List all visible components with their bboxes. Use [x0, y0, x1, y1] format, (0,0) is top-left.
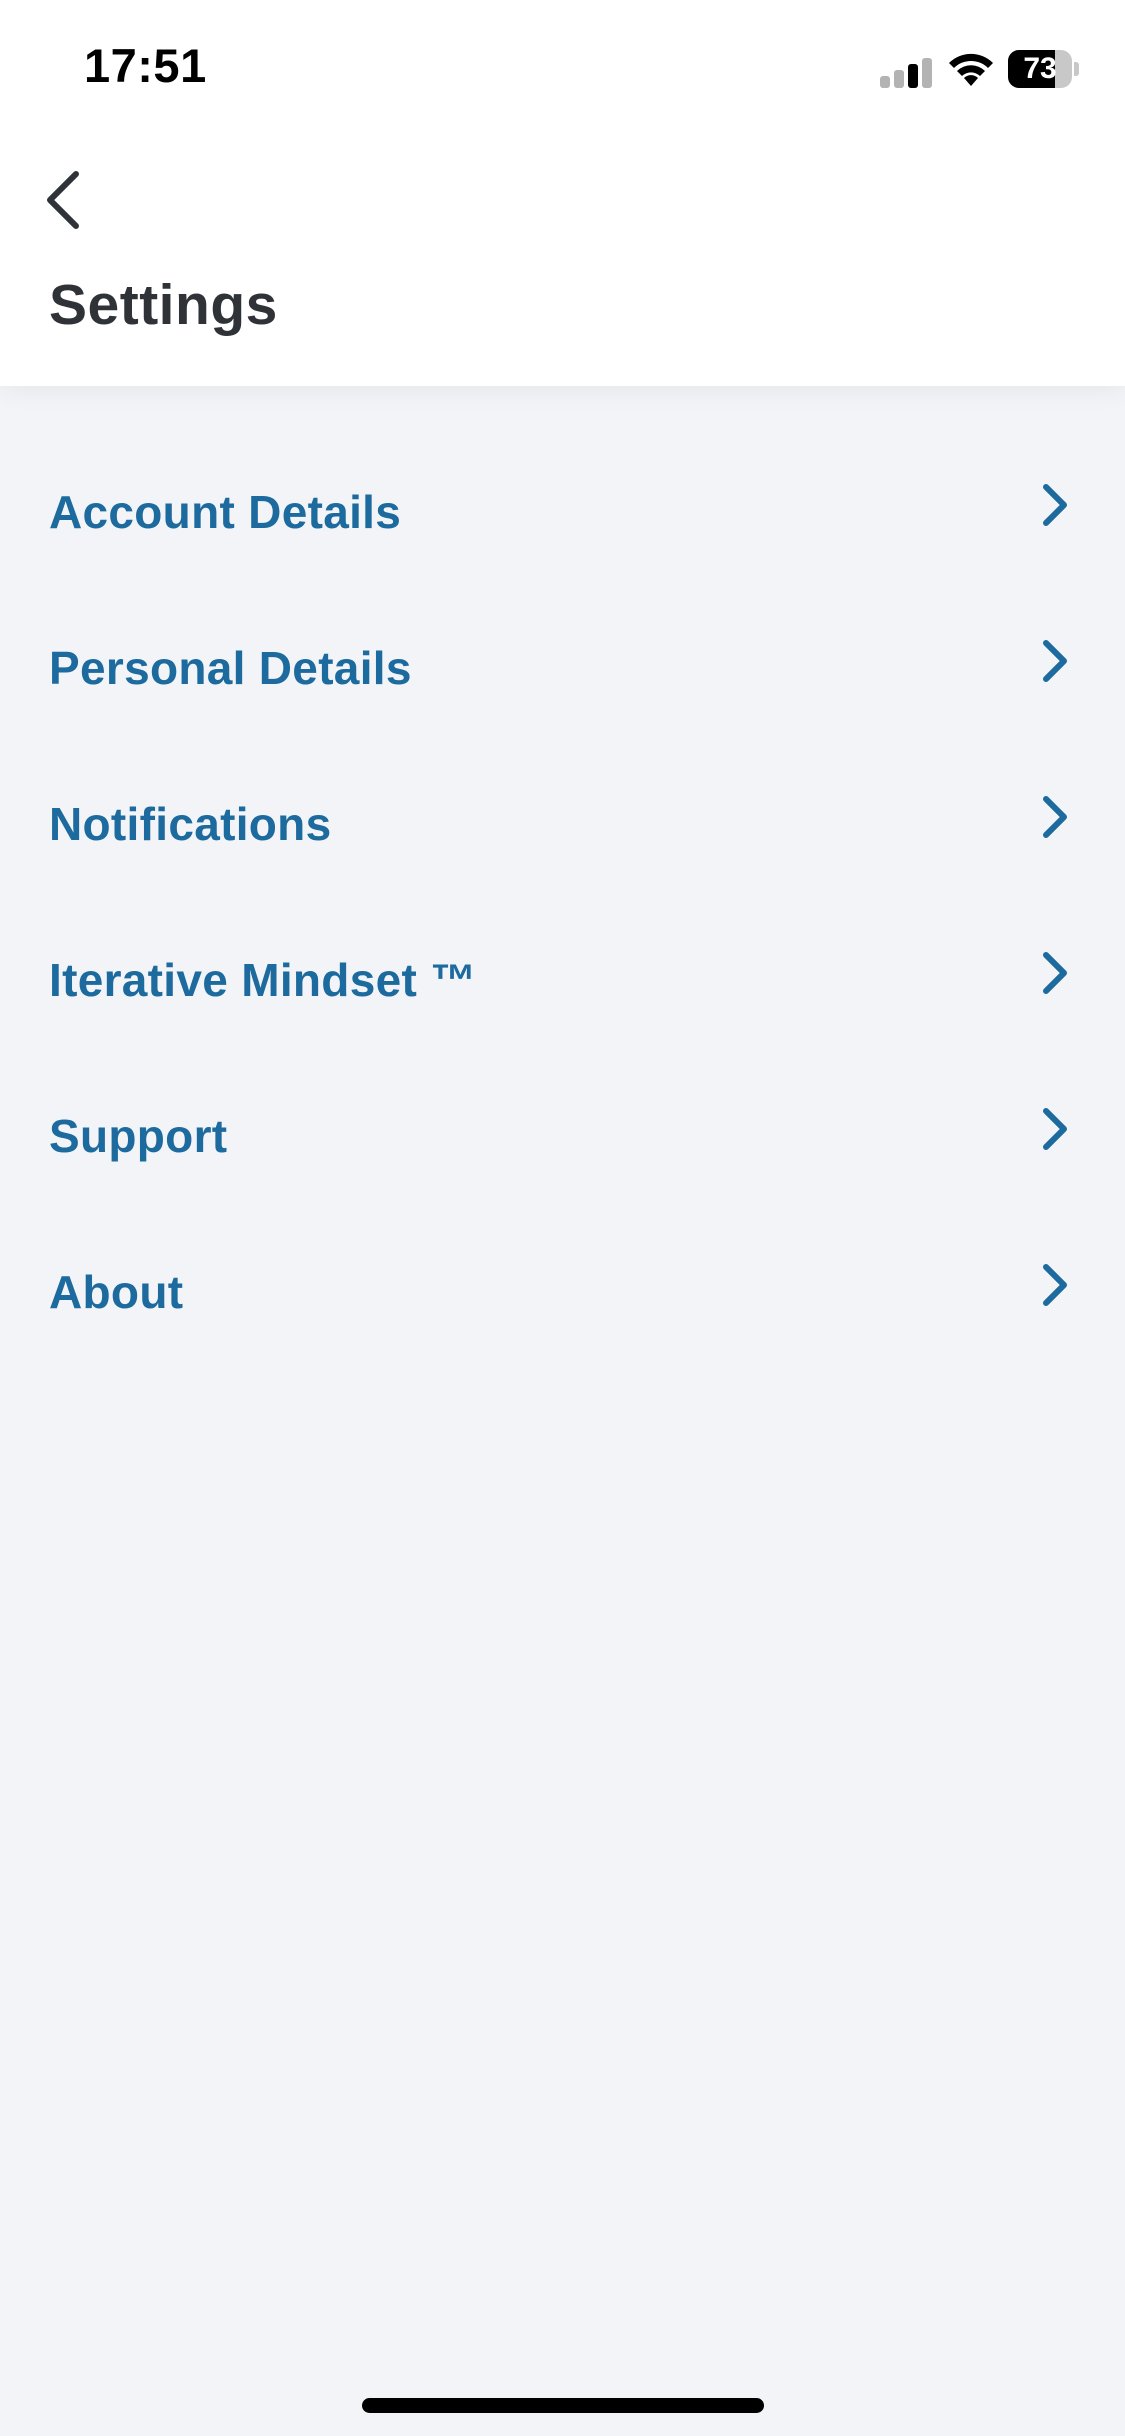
- battery-icon: 73: [1008, 50, 1080, 88]
- settings-menu: Account Details Personal Details Notific…: [0, 435, 1125, 1371]
- menu-item-support[interactable]: Support: [0, 1059, 1125, 1215]
- home-indicator[interactable]: [362, 2398, 764, 2413]
- chevron-right-icon: [1043, 484, 1067, 526]
- menu-item-label: Personal Details: [49, 642, 412, 694]
- chevron-right-icon: [1043, 1264, 1067, 1306]
- chevron-right-icon: [1043, 952, 1067, 994]
- chevron-right-icon: [1043, 1108, 1067, 1150]
- menu-item-iterative-mindset[interactable]: Iterative Mindset ™: [0, 903, 1125, 1059]
- status-bar: 17:51 73: [0, 0, 1125, 140]
- chevron-right-icon: [1043, 796, 1067, 838]
- battery-level: 73: [1023, 52, 1057, 85]
- battery-body: 73: [1008, 50, 1072, 88]
- menu-item-label: About: [49, 1266, 184, 1318]
- back-button[interactable]: [30, 160, 100, 240]
- menu-item-label: Support: [49, 1110, 228, 1162]
- chevron-left-icon: [47, 171, 79, 229]
- cell-signal-icon: [880, 58, 932, 88]
- menu-item-about[interactable]: About: [0, 1215, 1125, 1371]
- status-time: 17:51: [84, 39, 207, 92]
- menu-item-notifications[interactable]: Notifications: [0, 747, 1125, 903]
- battery-tip: [1074, 62, 1079, 76]
- menu-item-label: Iterative Mindset ™: [49, 954, 477, 1006]
- menu-item-label: Account Details: [49, 486, 402, 538]
- menu-item-label: Notifications: [49, 798, 332, 850]
- menu-item-account-details[interactable]: Account Details: [0, 435, 1125, 591]
- menu-item-personal-details[interactable]: Personal Details: [0, 591, 1125, 747]
- wifi-icon: [949, 53, 993, 86]
- chevron-right-icon: [1043, 640, 1067, 682]
- page-title: Settings: [49, 273, 278, 337]
- app-header: 17:51 73 Settings: [0, 0, 1125, 386]
